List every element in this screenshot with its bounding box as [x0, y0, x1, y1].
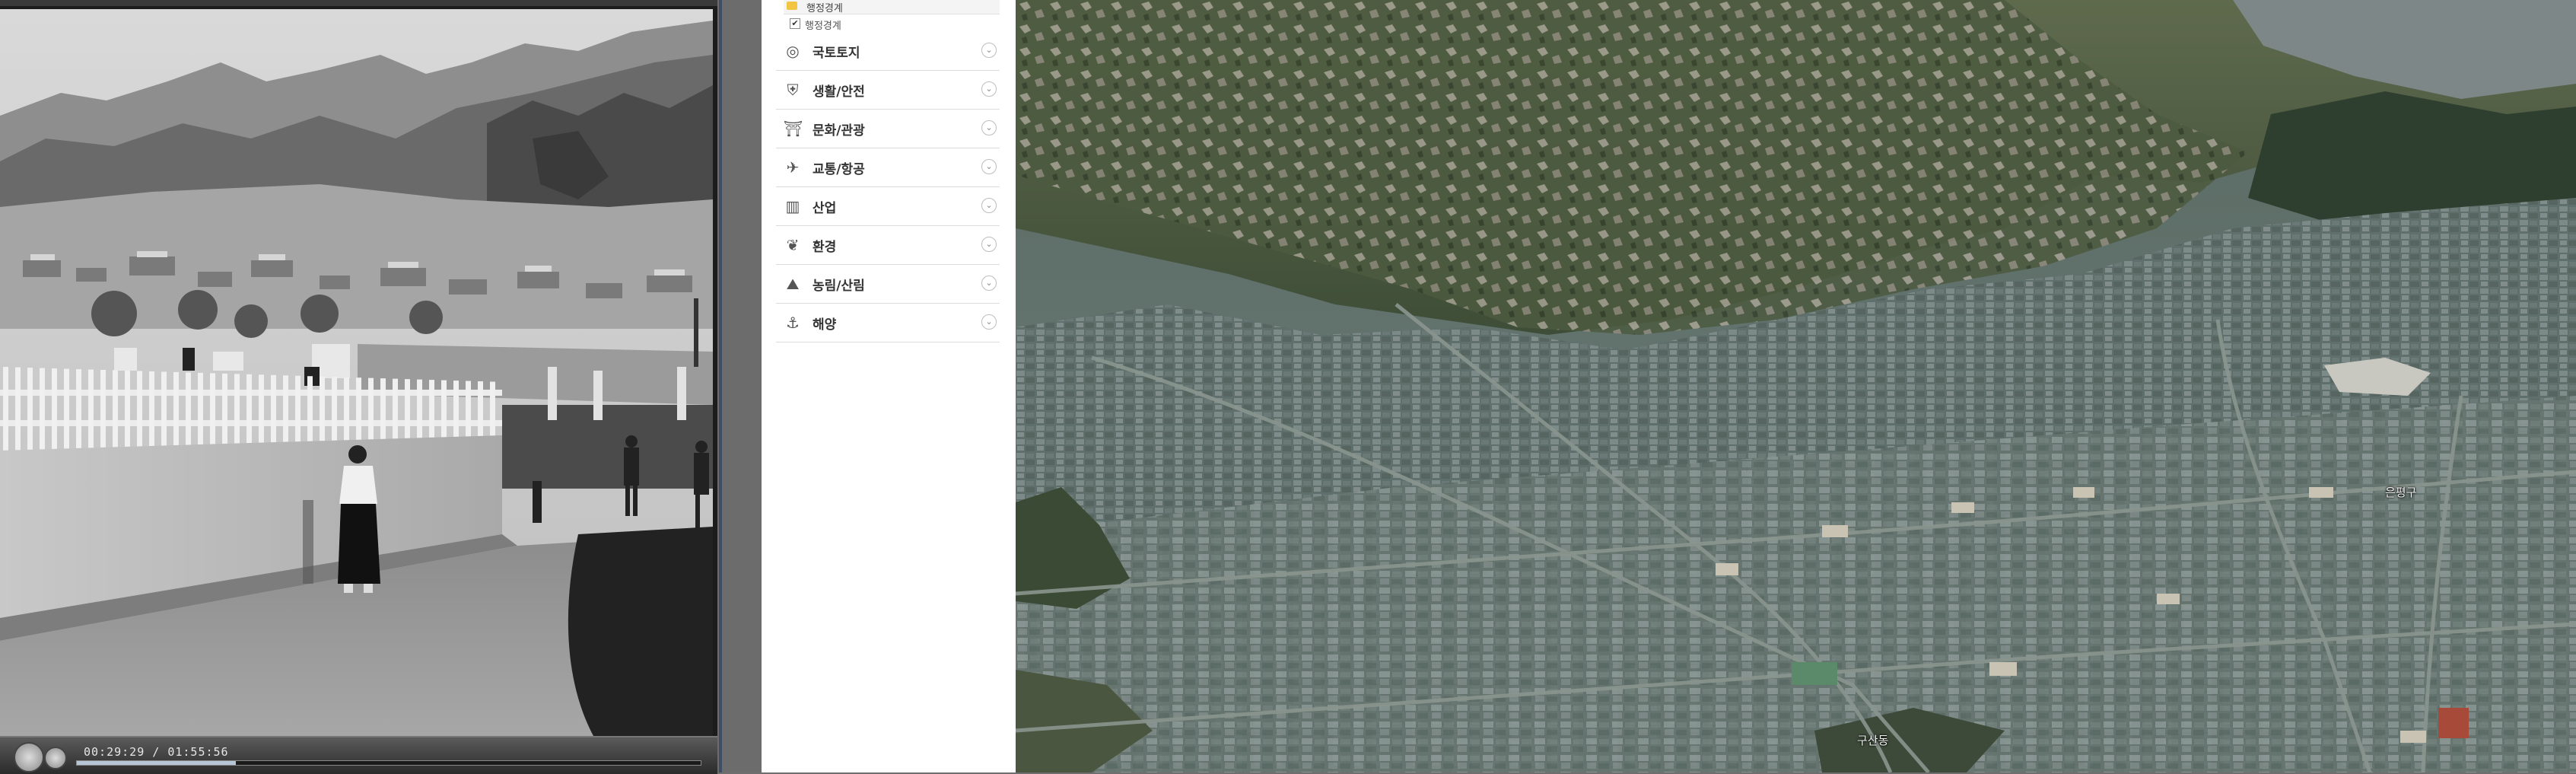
chevron-down-icon[interactable]: ⌄ [981, 198, 997, 213]
chevron-down-icon[interactable]: ⌄ [981, 276, 997, 291]
video-title-bar [0, 0, 717, 6]
video-player[interactable]: 00:29:29 / 01:55:56 [0, 0, 717, 774]
globe-icon: ◎ [786, 42, 800, 60]
anchor-icon: ⚓ [786, 314, 800, 332]
video-frame[interactable] [0, 9, 713, 736]
leaf-icon: ❦ [786, 236, 800, 254]
play-pause-button[interactable] [14, 742, 44, 772]
layer-subfolder-label: 행정경계 [806, 3, 843, 14]
category-environment[interactable]: ❦ 환경 ⌄ [776, 226, 1000, 265]
video-timecode: 00:29:29 / 01:55:56 [84, 745, 229, 759]
category-culture-tourism[interactable]: ⛩ 문화/관광 ⌄ [776, 110, 1000, 148]
factory-icon: ▥ [785, 197, 800, 215]
category-label: 국토토지 [813, 46, 860, 61]
chevron-down-icon[interactable]: ⌄ [981, 81, 997, 97]
category-label: 해양 [813, 317, 837, 333]
mountain-icon: ⛰ [786, 275, 800, 293]
video-control-bar: 00:29:29 / 01:55:56 [0, 736, 717, 774]
category-agriculture-forestry[interactable]: ⛰ 농림/산림 ⌄ [776, 265, 1000, 304]
category-label: 생활/안전 [813, 84, 865, 100]
chevron-down-icon[interactable]: ⌄ [981, 43, 997, 58]
chevron-down-icon[interactable]: ⌄ [981, 159, 997, 174]
layer-subfolder[interactable]: 행정경계 [784, 0, 1000, 14]
chevron-down-icon[interactable]: ⌄ [981, 237, 997, 252]
category-label: 환경 [813, 240, 837, 255]
category-transport-aviation[interactable]: ✈ 교통/항공 ⌄ [776, 148, 1000, 187]
category-ocean[interactable]: ⚓ 해양 ⌄ [776, 304, 1000, 342]
stop-button[interactable] [44, 747, 67, 769]
category-label: 문화/관광 [813, 123, 865, 139]
chevron-down-icon[interactable]: ⌄ [981, 314, 997, 330]
plane-icon: ✈ [786, 158, 800, 177]
map-label-district: 은평구 [2385, 486, 2417, 499]
temple-icon: ⛩ [784, 119, 803, 138]
chevron-down-icon[interactable]: ⌄ [981, 120, 997, 135]
layer-checkbox[interactable]: ✔ [790, 18, 800, 29]
shield-icon: ⛨ [787, 81, 799, 99]
layer-checkbox-row[interactable]: ✔ 행정경계 [784, 15, 1000, 33]
map-label-neighborhood: 구산동 [1857, 734, 1889, 747]
category-label: 농림/산림 [813, 279, 865, 294]
window-border [719, 0, 722, 772]
video-seek-progress [77, 761, 237, 765]
window-gap [717, 0, 762, 772]
folder-icon [787, 2, 797, 10]
3d-map-view[interactable]: 은평구 구산동 [1016, 0, 2576, 772]
category-label: 교통/항공 [813, 162, 865, 177]
category-label: 산업 [813, 201, 837, 216]
category-industry[interactable]: ▥ 산업 ⌄ [776, 187, 1000, 226]
category-life-safety[interactable]: ⛨ 생활/안전 ⌄ [776, 71, 1000, 110]
video-seek-bar[interactable] [76, 760, 701, 766]
category-national-land[interactable]: ◎ 국토토지 ⌄ [776, 32, 1000, 71]
layer-checkbox-label: 행정경계 [805, 21, 841, 32]
